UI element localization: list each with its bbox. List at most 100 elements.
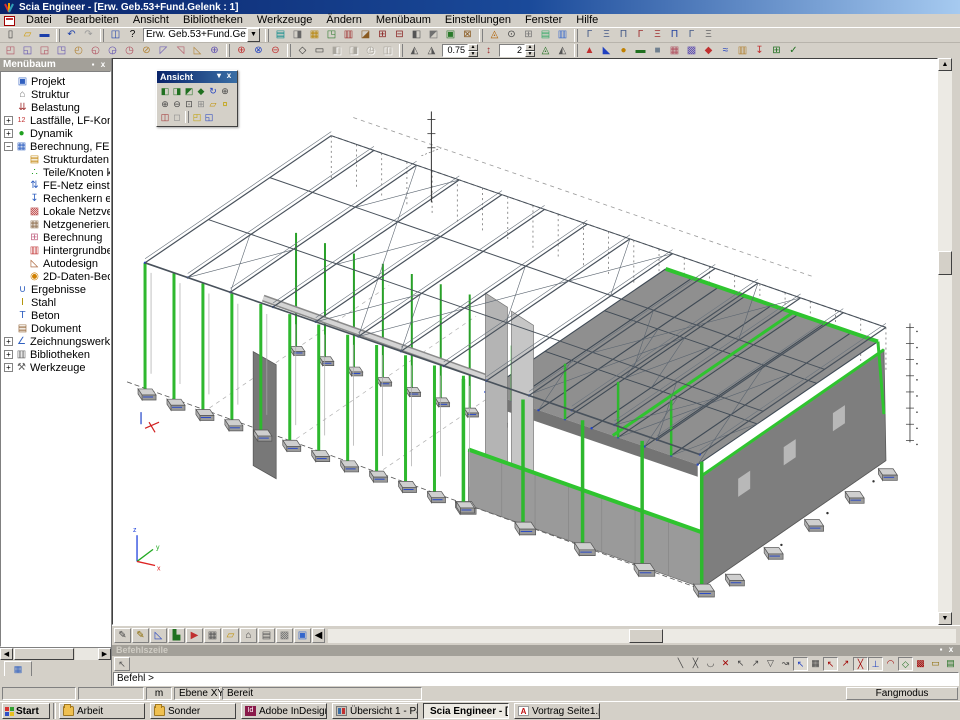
node-remove-icon[interactable]: ⊖: [267, 44, 284, 58]
view-side-icon[interactable]: ◲: [36, 44, 53, 58]
light-icon[interactable]: ¤: [219, 98, 231, 111]
view-front-icon[interactable]: ◱: [19, 44, 36, 58]
toolbar-grip[interactable]: [574, 29, 578, 42]
tree-item[interactable]: ▤Dokument: [3, 322, 110, 335]
toolbar-grip[interactable]: [265, 29, 269, 42]
mirror-icon[interactable]: ◫: [379, 44, 396, 58]
snap-raster-icon[interactable]: ▩: [913, 657, 928, 671]
start-button[interactable]: Start: [2, 703, 50, 719]
menu-item-ansicht[interactable]: Ansicht: [126, 14, 176, 27]
node-link-icon[interactable]: ⊗: [250, 44, 267, 58]
tree-item[interactable]: +▥Bibliotheken: [3, 348, 110, 361]
mdi-document-icon[interactable]: [4, 16, 15, 26]
toolbar-grip[interactable]: [100, 29, 104, 42]
view-manager-icon[interactable]: ▱: [207, 98, 219, 111]
tree-item[interactable]: ▩Lokale Netzverdichtung: [3, 205, 110, 218]
undo-icon[interactable]: ↶: [63, 28, 80, 42]
snap-line-icon[interactable]: ▭: [928, 657, 943, 671]
erase-icon[interactable]: ✕: [718, 657, 733, 671]
view-x-icon[interactable]: ◧: [159, 85, 171, 98]
document-icon[interactable]: ◪: [357, 28, 374, 42]
menu-item-bearbeiten[interactable]: Bearbeiten: [59, 14, 126, 27]
count-spinner-value[interactable]: 2: [499, 44, 525, 57]
taskbar-button-sonder[interactable]: Sonder: [150, 703, 236, 719]
collapse-toolbar-icon[interactable]: ◀: [312, 628, 325, 643]
zoom-all-icon[interactable]: ⊞: [195, 98, 207, 111]
clipboard-icon[interactable]: ▥: [340, 28, 357, 42]
project-combo-value[interactable]: Erw. Geb.53+Fund.Ge: [143, 28, 247, 42]
supports-icon[interactable]: ◣: [598, 44, 615, 58]
chevron-down-icon[interactable]: ▼: [247, 28, 260, 42]
new-document-icon[interactable]: ▯: [2, 28, 19, 42]
draw-icon[interactable]: ✎: [114, 628, 131, 643]
label-icon[interactable]: ▶: [186, 628, 203, 643]
menubaum-caption[interactable]: Menübaum ▪ x: [0, 58, 111, 71]
menu-item-hilfe[interactable]: Hilfe: [569, 14, 605, 27]
member-1d-icon[interactable]: Γ: [581, 28, 598, 42]
gallery-icon[interactable]: ▦: [306, 28, 323, 42]
wire-view-icon[interactable]: ⊘: [138, 44, 155, 58]
snap-node-icon[interactable]: ◇: [898, 657, 913, 671]
trace-icon[interactable]: ↝: [778, 657, 793, 671]
tree-item[interactable]: −▦Berechnung, FE-Netz: [3, 140, 110, 153]
measure-icon[interactable]: ◺: [150, 628, 167, 643]
mesh-icon[interactable]: ▦: [666, 44, 683, 58]
rotate-icon[interactable]: ◴: [70, 44, 87, 58]
snap-mode-button[interactable]: Fangmodus: [846, 687, 958, 700]
cursor-mode-icon[interactable]: ↖: [114, 657, 130, 671]
menu-item--ndern[interactable]: Ändern: [319, 14, 368, 27]
project-settings-icon[interactable]: ▤: [272, 28, 289, 42]
menu-item-fenster[interactable]: Fenster: [518, 14, 569, 27]
tree-item[interactable]: TBeton: [3, 309, 110, 322]
sidebar-hscrollbar[interactable]: ◀ ▶: [0, 647, 111, 660]
expand-box-icon[interactable]: +: [4, 129, 13, 138]
status-unit[interactable]: m: [146, 687, 172, 700]
zoom-window-icon[interactable]: ⊡: [183, 98, 195, 111]
scroll-thumb[interactable]: [938, 251, 952, 275]
expand-box-icon[interactable]: +: [4, 116, 13, 125]
menu-item-werkzeuge[interactable]: Werkzeuge: [250, 14, 319, 27]
scroll-up-icon[interactable]: ▲: [938, 58, 952, 71]
scroll-down-icon[interactable]: ▼: [938, 612, 952, 625]
snap-plane-icon[interactable]: ▤: [943, 657, 958, 671]
point-flag-icon[interactable]: ▽: [763, 657, 778, 671]
tree-item[interactable]: ◉2D-Daten-Beobachter: [3, 270, 110, 283]
tree-item[interactable]: +12Lastfälle, LF-Kombination: [3, 114, 110, 127]
tree-item[interactable]: ⊞Berechnung: [3, 231, 110, 244]
tree-item[interactable]: ▥Hintergrundberechnung: [3, 244, 110, 257]
reactions-icon[interactable]: ↧: [751, 44, 768, 58]
snap-tangent-icon[interactable]: ◠: [883, 657, 898, 671]
picture-icon[interactable]: ▣: [294, 628, 311, 643]
cut-plane-icon[interactable]: ◬: [537, 44, 554, 58]
ansicht-panel[interactable]: Ansicht ▾ x ◧◨◩◆↻⊕ ⊕⊖⊡⊞▱¤ ◫◻◰◱: [156, 70, 238, 127]
light-view-icon[interactable]: ⊕: [206, 44, 223, 58]
close-icon[interactable]: x: [98, 60, 108, 70]
select-icon[interactable]: ↖: [733, 657, 748, 671]
befehlszeile-caption[interactable]: Befehlszeile ▪ x: [112, 645, 960, 656]
expand-box-icon[interactable]: +: [4, 350, 13, 359]
tree-item[interactable]: ▣Projekt: [3, 75, 110, 88]
zoom-dynamic-icon[interactable]: ⊕: [219, 85, 231, 98]
stress-icon[interactable]: ▥: [734, 44, 751, 58]
member-2d-icon[interactable]: Ξ: [598, 28, 615, 42]
view-top-icon[interactable]: ◰: [2, 44, 19, 58]
spinner-down-icon[interactable]: ▼: [468, 51, 478, 58]
count-spinner[interactable]: 2 ▲▼: [499, 44, 535, 57]
toolbar-grip[interactable]: [479, 29, 483, 42]
deformation-icon[interactable]: ≈: [717, 44, 734, 58]
load-case-icon[interactable]: ▲: [581, 44, 598, 58]
taskbar-button-arbeit[interactable]: Arbeit: [59, 703, 145, 719]
close-icon[interactable]: x: [224, 71, 234, 81]
select-poly-icon[interactable]: ◇: [294, 44, 311, 58]
select-rect-icon[interactable]: ▭: [311, 44, 328, 58]
node-add-icon[interactable]: ⊕: [233, 44, 250, 58]
view-axo-icon[interactable]: ◆: [195, 85, 207, 98]
tree-item[interactable]: ▤Strukturdaten kontrollieren: [3, 153, 110, 166]
tree-item[interactable]: ⌂Struktur: [3, 88, 110, 101]
menubaum-tab[interactable]: ▦: [4, 661, 32, 676]
printer-icon[interactable]: ◨: [289, 28, 306, 42]
status-plane[interactable]: Ebene XY: [174, 687, 220, 700]
calculator-icon[interactable]: ⊠: [459, 28, 476, 42]
grid-icon[interactable]: ▩: [276, 628, 293, 643]
ansicht-caption[interactable]: Ansicht ▾ x: [157, 71, 237, 83]
